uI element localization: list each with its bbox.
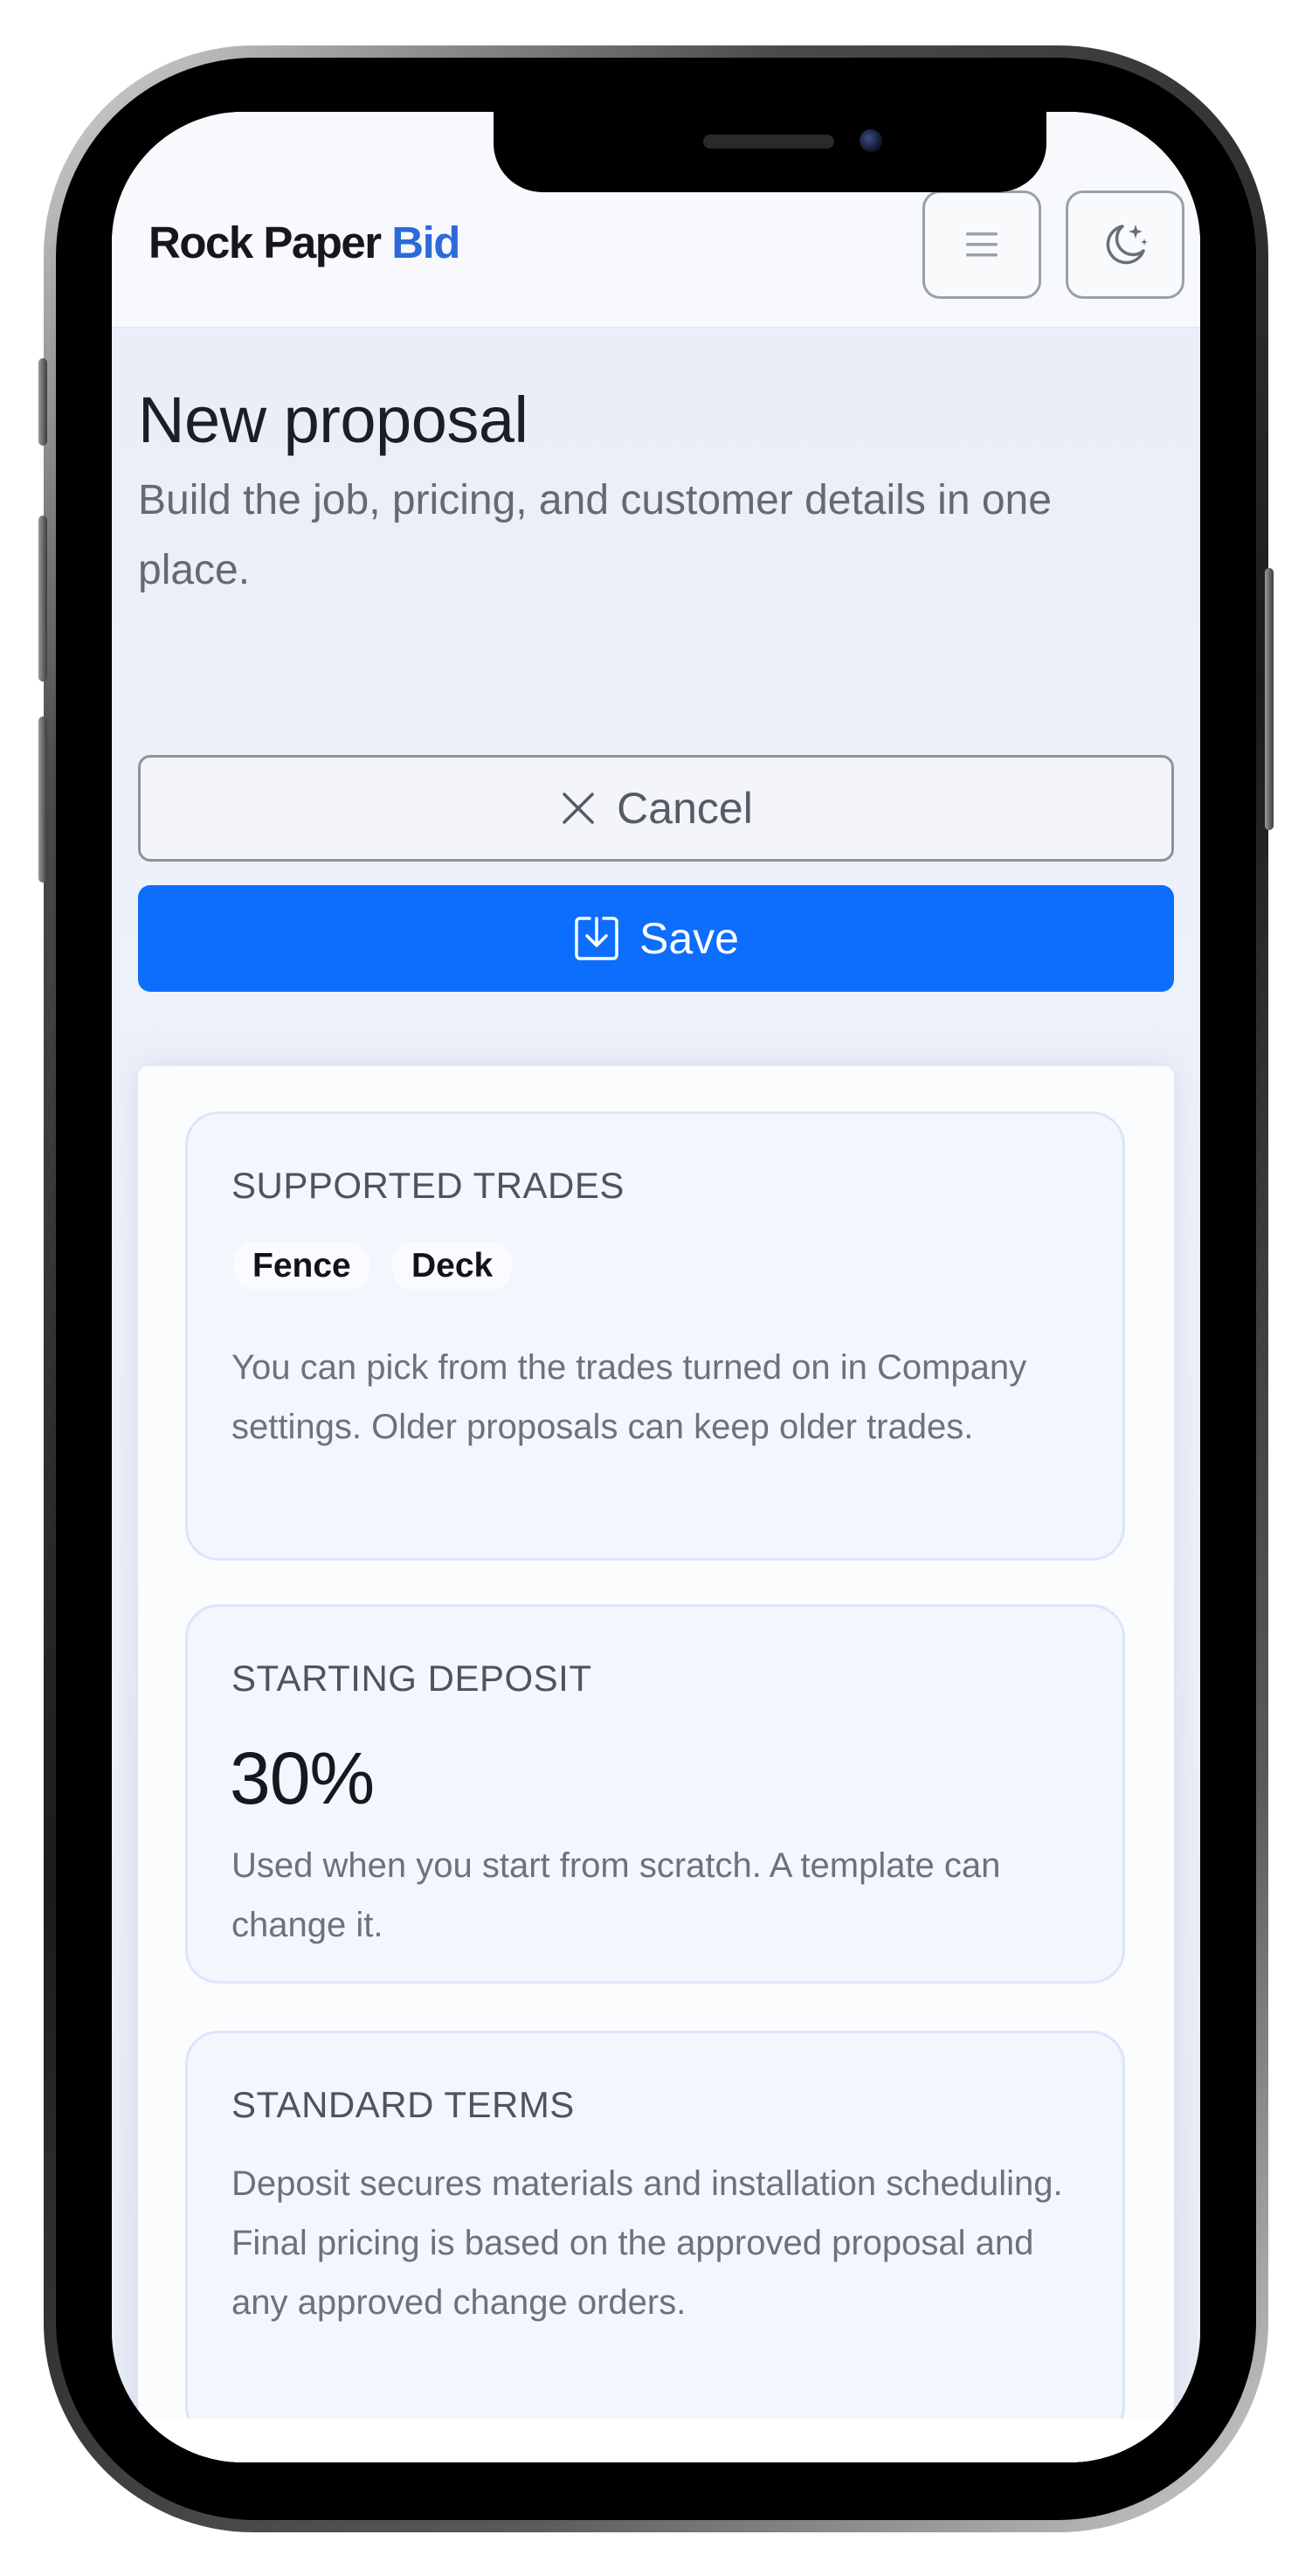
proposal-defaults-panel: SUPPORTED TRADES Fence Deck You can pick… [138, 1066, 1174, 2462]
cancel-button[interactable]: Cancel [138, 755, 1174, 862]
volume-up-button [38, 516, 47, 682]
starting-deposit-value: 30% [230, 1737, 375, 1819]
trade-chip-fence: Fence [233, 1242, 370, 1291]
trade-chip-deck: Deck [392, 1242, 513, 1291]
hamburger-icon [966, 232, 998, 257]
speaker-grille [703, 135, 834, 149]
mute-switch [38, 358, 47, 446]
standard-terms-description: Deposit secures materials and installati… [231, 2164, 1063, 2322]
brand-name-accent: Bid [391, 218, 460, 267]
starting-deposit-description: Used when you start from scratch. A temp… [231, 1846, 1001, 1944]
brand-name: Rock Paper [148, 218, 382, 267]
moon-stars-icon [1106, 225, 1148, 265]
supported-trades-card: SUPPORTED TRADES Fence Deck You can pick… [185, 1111, 1125, 1561]
save-icon [575, 917, 618, 960]
save-button[interactable]: Save [138, 885, 1174, 992]
save-button-label: Save [639, 914, 739, 963]
supported-trades-label: SUPPORTED TRADES [231, 1165, 625, 1206]
menu-button[interactable] [922, 190, 1041, 299]
bottom-safe-area [112, 2419, 1200, 2462]
phone-screen: Rock Paper Bid New proposal Build the jo… [112, 112, 1200, 2462]
theme-toggle-button[interactable] [1066, 190, 1184, 299]
starting-deposit-label: STARTING DEPOSIT [231, 1658, 592, 1699]
brand-logo[interactable]: Rock Paper Bid [148, 217, 460, 268]
close-icon [563, 793, 594, 824]
main-content: New proposal Build the job, pricing, and… [112, 330, 1200, 2462]
starting-deposit-card: STARTING DEPOSIT 30% Used when you start… [185, 1604, 1125, 1984]
power-button [1265, 568, 1274, 830]
standard-terms-label: STANDARD TERMS [231, 2084, 575, 2125]
front-camera [860, 129, 882, 152]
page-title: New proposal [138, 384, 528, 456]
volume-down-button [38, 717, 47, 883]
notch [494, 112, 1046, 192]
cancel-button-label: Cancel [617, 784, 753, 833]
standard-terms-card: STANDARD TERMS Deposit secures materials… [185, 2031, 1125, 2440]
supported-trades-description: You can pick from the trades turned on i… [231, 1348, 1027, 1446]
page-subtitle: Build the job, pricing, and customer det… [138, 477, 1052, 593]
